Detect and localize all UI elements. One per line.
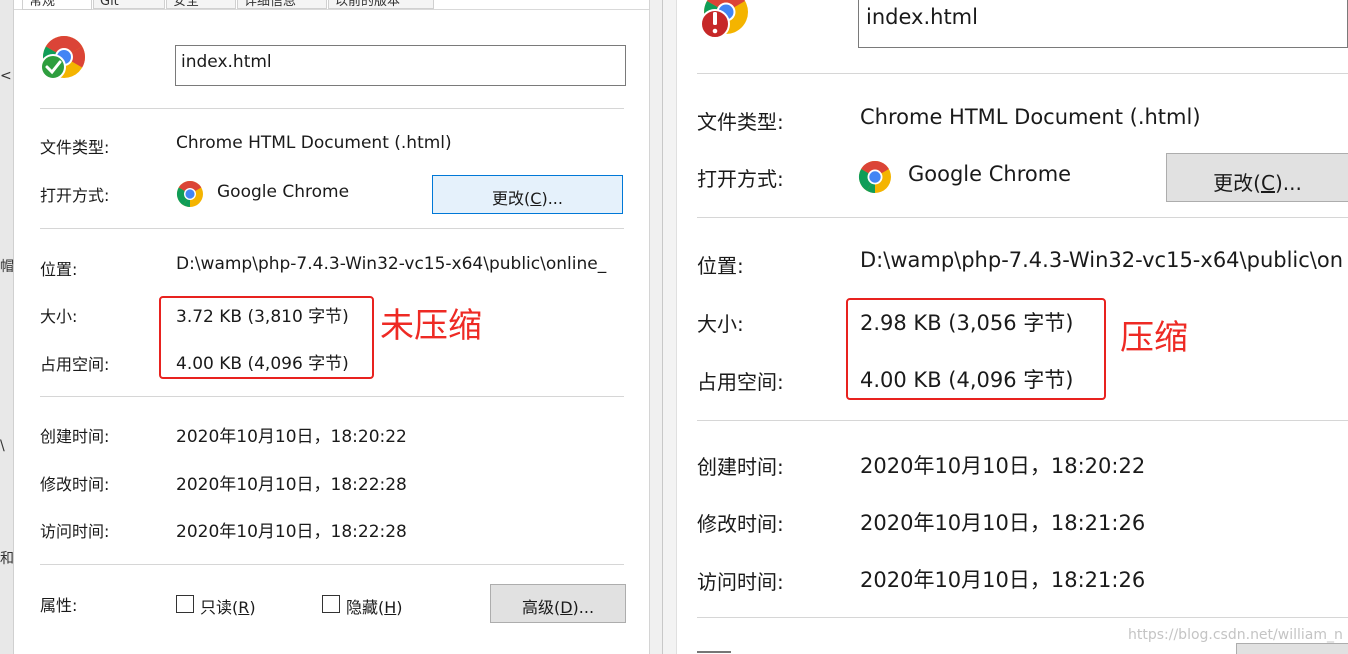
chrome-file-warning-icon bbox=[696, 0, 754, 44]
hidden-label: 隐藏(H) bbox=[346, 598, 403, 617]
opens-with-value: Google Chrome bbox=[908, 162, 1072, 186]
opens-with-label: 打开方式: bbox=[40, 186, 110, 205]
size-label: 大小: bbox=[40, 307, 78, 326]
modified-label: 修改时间: bbox=[697, 512, 784, 536]
modified-label: 修改时间: bbox=[40, 475, 110, 494]
edge-glyph: < bbox=[0, 68, 12, 84]
location-value: D:\wamp\php-7.4.3-Win32-vc15-x64\public\… bbox=[860, 248, 1344, 272]
readonly-checkbox[interactable] bbox=[176, 595, 194, 613]
accessed-label: 访问时间: bbox=[697, 570, 784, 594]
chrome-file-check-icon bbox=[38, 34, 88, 84]
chrome-icon bbox=[858, 160, 892, 194]
location-value: D:\wamp\php-7.4.3-Win32-vc15-x64\public\… bbox=[176, 254, 607, 274]
chrome-icon bbox=[176, 180, 204, 208]
size-on-disk-label: 占用空间: bbox=[697, 370, 784, 394]
hidden-checkbox[interactable] bbox=[322, 595, 340, 613]
change-button[interactable]: 更改(C)... bbox=[432, 175, 623, 214]
tab-details[interactable]: 详细信息 bbox=[237, 0, 327, 9]
size-on-disk-label: 占用空间: bbox=[40, 355, 110, 374]
size-highlight-box bbox=[846, 298, 1106, 400]
separator bbox=[40, 396, 624, 397]
clipped-text-stroke bbox=[697, 651, 731, 653]
advanced-button[interactable]: 高级(D)... bbox=[490, 584, 626, 623]
separator bbox=[40, 108, 624, 109]
advanced-button-clipped[interactable] bbox=[1236, 643, 1348, 654]
tab-git[interactable]: Git bbox=[93, 0, 165, 9]
edge-glyph: 和 bbox=[0, 551, 14, 567]
readonly-label: 只读(R) bbox=[200, 598, 256, 617]
attributes-label: 属性: bbox=[40, 596, 78, 615]
watermark: https://blog.csdn.net/william_n bbox=[1128, 627, 1343, 643]
file-type-value: Chrome HTML Document (.html) bbox=[176, 133, 452, 153]
created-value: 2020年10月10日，18:20:22 bbox=[176, 427, 407, 447]
modified-value: 2020年10月10日，18:22:28 bbox=[176, 475, 407, 495]
change-button[interactable]: 更改(C)... bbox=[1166, 153, 1348, 202]
uncompressed-annotation: 未压缩 bbox=[380, 306, 482, 346]
size-label: 大小: bbox=[697, 312, 744, 336]
created-value: 2020年10月10日，18:20:22 bbox=[860, 454, 1146, 478]
accessed-value: 2020年10月10日，18:22:28 bbox=[176, 522, 407, 542]
file-type-value: Chrome HTML Document (.html) bbox=[860, 105, 1201, 129]
accessed-value: 2020年10月10日，18:21:26 bbox=[860, 568, 1146, 592]
size-highlight-box bbox=[159, 296, 374, 379]
created-label: 创建时间: bbox=[40, 427, 110, 446]
file-name-input[interactable]: index.html bbox=[858, 0, 1348, 48]
edge-glyph: \ bbox=[0, 438, 5, 454]
compressed-annotation: 压缩 bbox=[1120, 318, 1188, 358]
file-type-label: 文件类型: bbox=[697, 110, 784, 134]
opens-with-value: Google Chrome bbox=[217, 182, 350, 202]
separator bbox=[697, 420, 1348, 421]
tab-general[interactable]: 常规 bbox=[22, 0, 92, 10]
tab-previous-versions[interactable]: 以前的版本 bbox=[328, 0, 434, 9]
accessed-label: 访问时间: bbox=[40, 522, 110, 541]
opens-with-label: 打开方式: bbox=[697, 167, 784, 191]
separator bbox=[697, 617, 1348, 618]
attributes-label-clipped bbox=[697, 648, 737, 654]
separator bbox=[40, 228, 624, 229]
left-dialog-right-border bbox=[649, 0, 663, 654]
separator bbox=[40, 564, 624, 565]
file-name-input[interactable]: index.html bbox=[175, 45, 626, 86]
separator bbox=[697, 217, 1348, 218]
created-label: 创建时间: bbox=[697, 455, 784, 479]
right-dialog-left-border bbox=[663, 0, 677, 654]
tab-security[interactable]: 安全 bbox=[166, 0, 236, 9]
modified-value: 2020年10月10日，18:21:26 bbox=[860, 511, 1146, 535]
location-label: 位置: bbox=[697, 254, 744, 278]
separator bbox=[697, 73, 1348, 74]
location-label: 位置: bbox=[40, 260, 78, 279]
left-background-window-edge: < 帽 \ 和 bbox=[0, 0, 14, 654]
file-type-label: 文件类型: bbox=[40, 138, 110, 157]
edge-glyph: 帽 bbox=[0, 259, 14, 275]
